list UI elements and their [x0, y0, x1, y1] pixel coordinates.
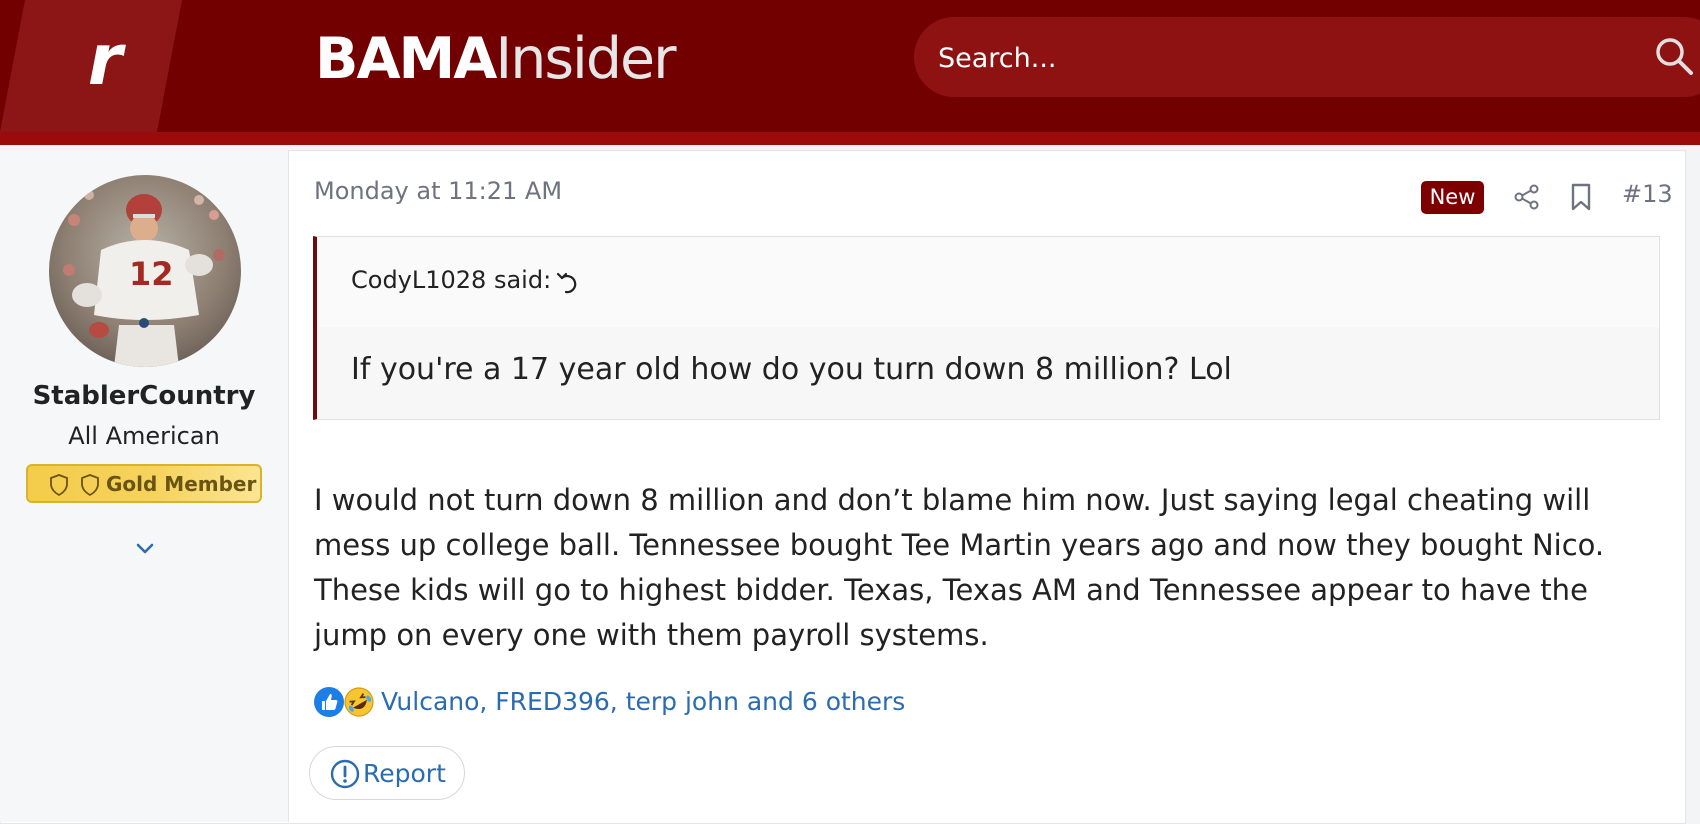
site-brand[interactable]: BAMAInsider	[315, 24, 677, 94]
shield-icon	[50, 474, 68, 496]
header-accent-stripe	[0, 132, 1700, 145]
site-logo-letter[interactable]: r	[70, 10, 140, 110]
share-icon[interactable]	[1513, 183, 1541, 211]
brand-insider: Insider	[495, 26, 676, 92]
alert-circle-icon	[330, 759, 360, 789]
haha-reaction-icon	[344, 687, 374, 717]
quote-header: CodyL1028 said:	[317, 237, 1659, 327]
author-title: All American	[68, 422, 220, 450]
quote-block: CodyL1028 said: If you're a 17 year old …	[313, 236, 1660, 420]
avatar[interactable]: 12	[49, 175, 241, 367]
svg-text:12: 12	[129, 255, 174, 293]
new-badge: New	[1421, 181, 1484, 214]
quote-text: If you're a 17 year old how do you turn …	[351, 352, 1232, 387]
author-username[interactable]: StablerCountry	[0, 381, 288, 411]
like-reaction-icon	[314, 687, 344, 717]
search-bar[interactable]	[914, 17, 1700, 97]
gold-member-badge: Gold Member	[26, 464, 262, 503]
gold-member-label: Gold Member	[106, 472, 257, 496]
reactions-list[interactable]: Vulcano, FRED396, terp john and 6 others	[381, 686, 905, 718]
post-timestamp[interactable]: Monday at 11:21 AM	[314, 177, 562, 205]
search-input[interactable]	[936, 31, 1620, 85]
report-button[interactable]: Report	[309, 746, 465, 800]
report-label: Report	[363, 759, 446, 788]
search-icon[interactable]	[1653, 35, 1695, 77]
bookmark-icon[interactable]	[1568, 182, 1594, 212]
jump-to-quote-icon[interactable]	[554, 270, 580, 296]
brand-bama: BAMA	[315, 26, 497, 92]
chevron-down-icon[interactable]	[135, 541, 155, 557]
shield-icon	[81, 474, 99, 496]
quote-author[interactable]: CodyL1028 said:	[351, 266, 551, 294]
post-message-body: I would not turn down 8 million and don’…	[314, 483, 1605, 652]
post-number[interactable]: #13	[1622, 180, 1673, 208]
